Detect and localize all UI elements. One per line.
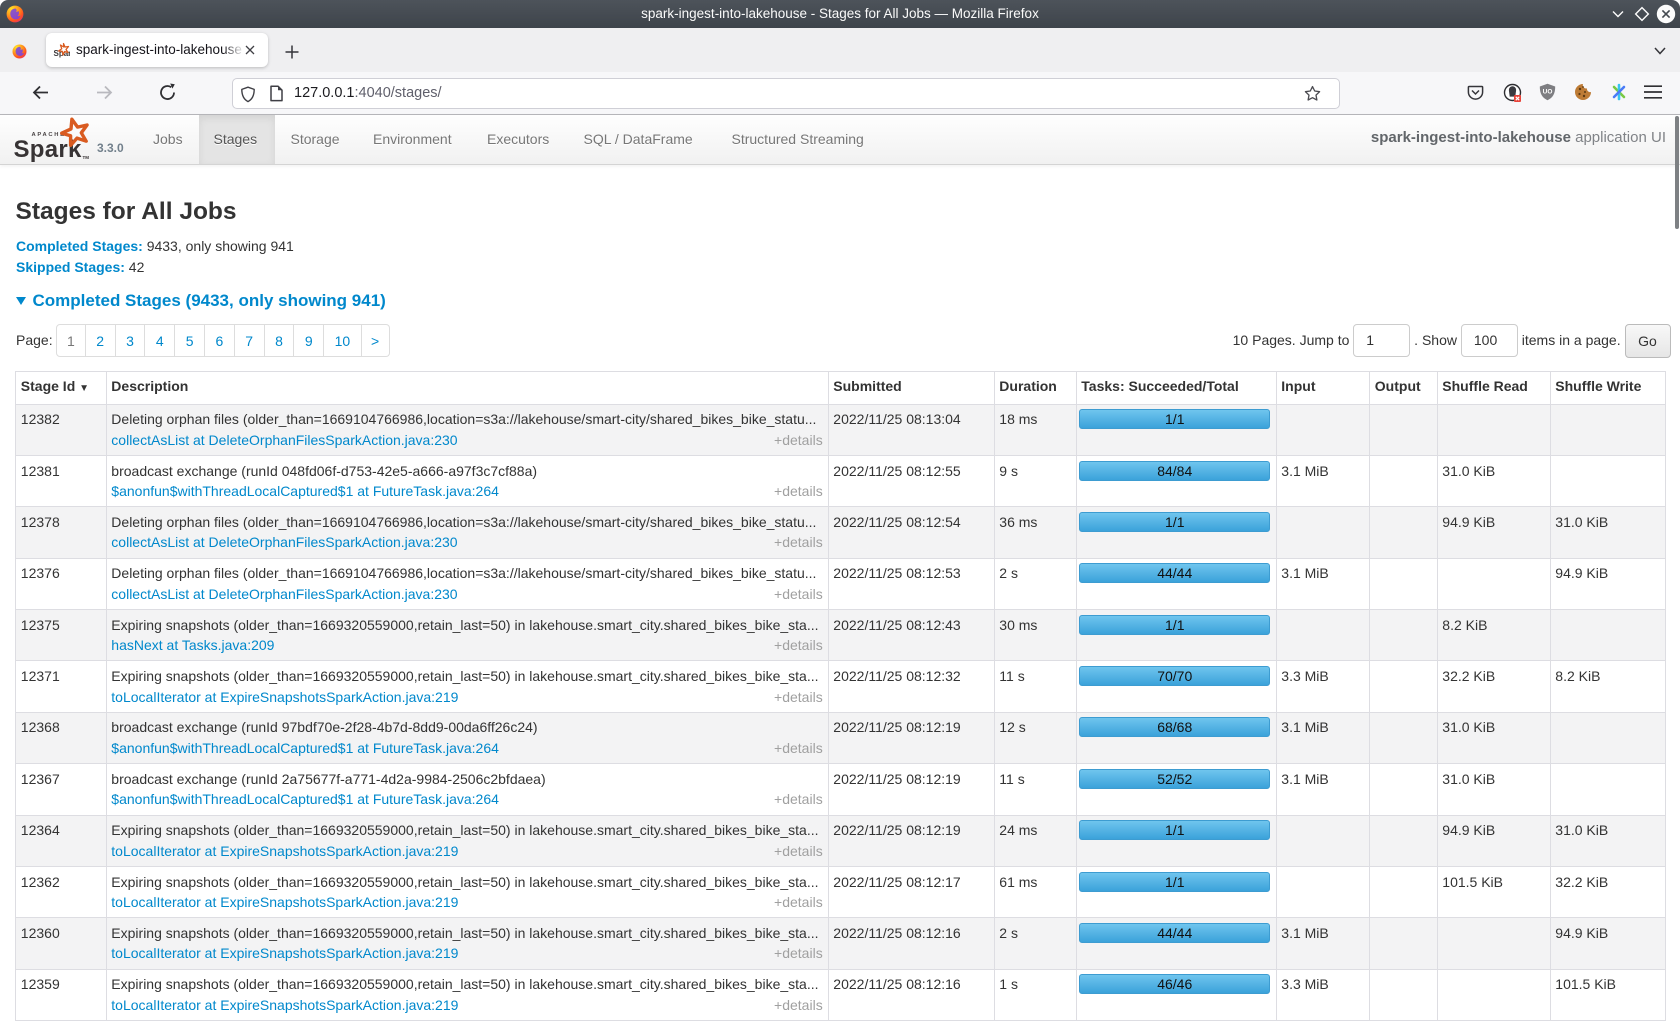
svg-text:UO: UO [1543,89,1553,96]
svg-text:Spark: Spark [54,49,71,58]
svg-text:TM: TM [83,155,90,160]
